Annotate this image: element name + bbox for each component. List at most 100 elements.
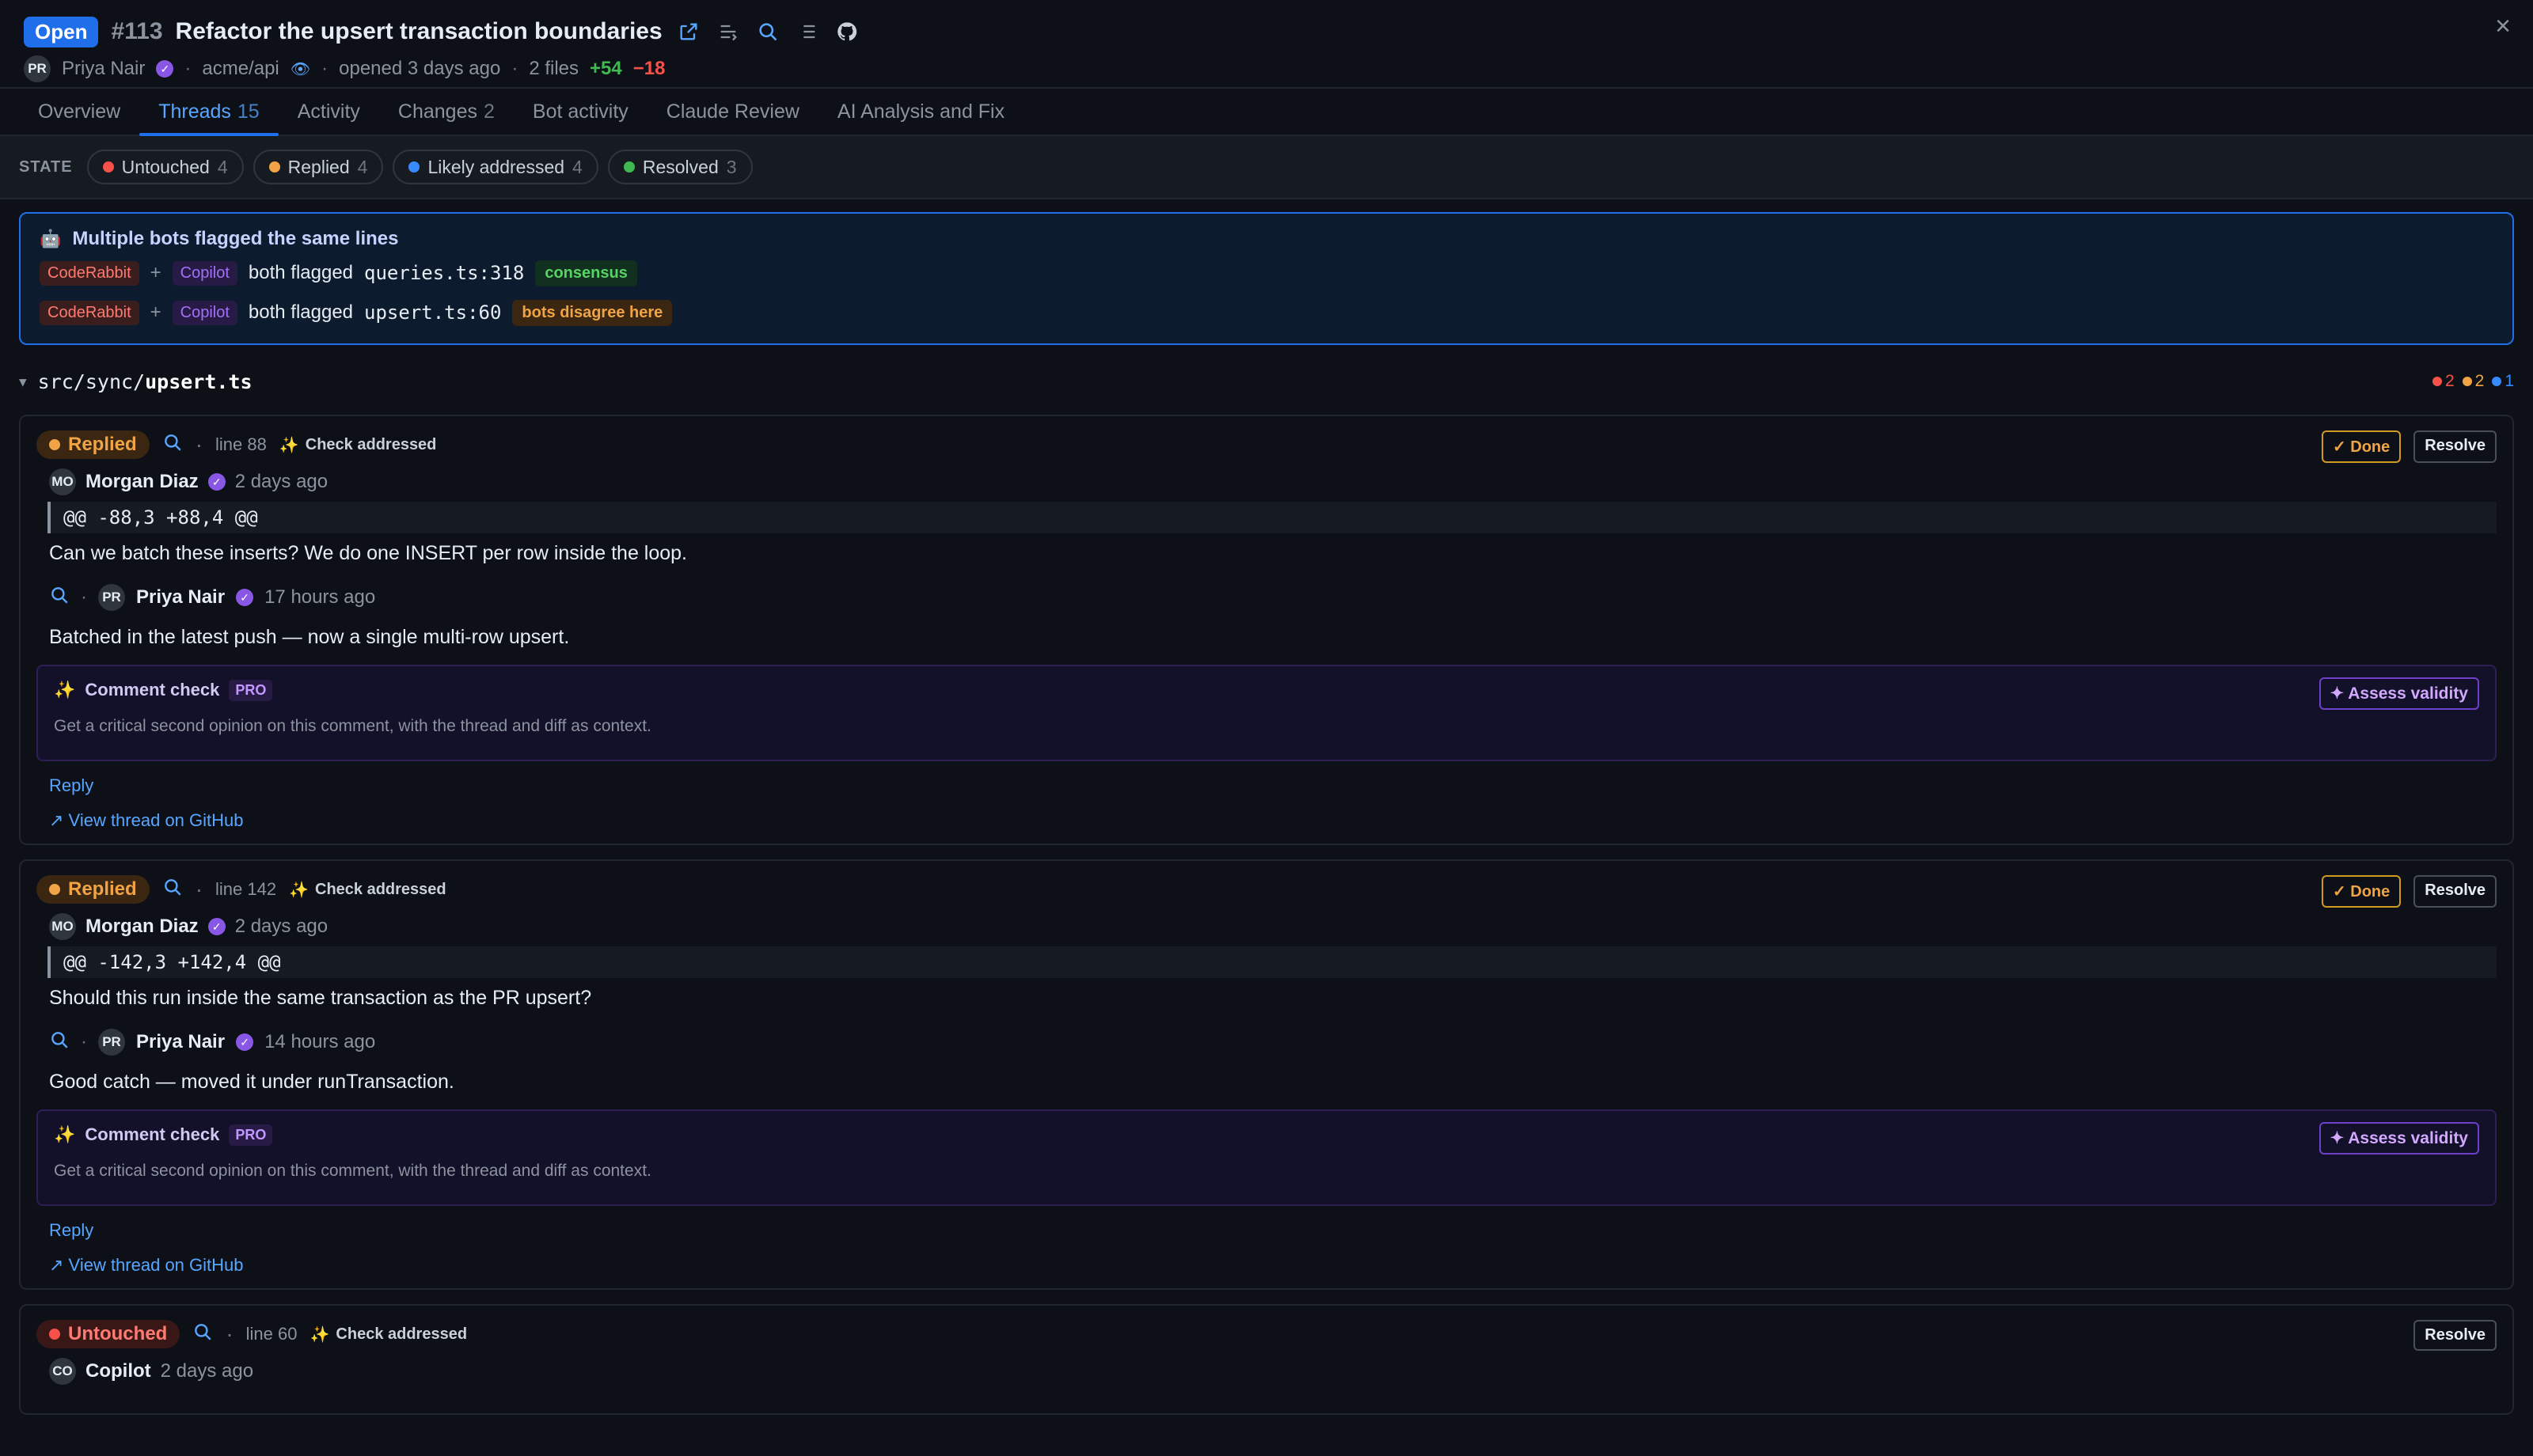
external-link-icon[interactable] bbox=[675, 18, 702, 45]
search-icon[interactable] bbox=[192, 1321, 213, 1348]
robot-icon: 🤖 bbox=[40, 229, 62, 248]
file-group-header[interactable]: ▼ src/sync/upsert.ts 2 2 1 bbox=[19, 364, 2514, 399]
bots-overlap-title: Multiple bots flagged the same lines bbox=[72, 228, 399, 249]
deletions-count: −18 bbox=[632, 58, 666, 79]
assess-validity-button[interactable]: ✦ Assess validity bbox=[2318, 677, 2479, 710]
status-dot bbox=[2462, 377, 2472, 386]
reply-body: Good catch — moved it under runTransacti… bbox=[49, 1070, 454, 1093]
search-icon[interactable] bbox=[162, 432, 183, 458]
separator: · bbox=[321, 58, 328, 79]
file-name: upsert.ts bbox=[145, 370, 253, 393]
file-count: 2 files bbox=[529, 58, 579, 79]
comment-check-description: Get a critical second opinion on this co… bbox=[54, 1162, 651, 1180]
filter-chip-replied[interactable]: Replied 4 bbox=[253, 150, 384, 184]
comment-check-title: Comment check bbox=[85, 1124, 220, 1144]
file-location-link[interactable]: upsert.ts:60 bbox=[364, 301, 501, 324]
comment-author: Morgan Diaz bbox=[85, 916, 199, 937]
pro-badge: PRO bbox=[229, 1124, 273, 1146]
file-state-counts: 2 2 1 bbox=[2432, 372, 2514, 391]
additions-count: +54 bbox=[590, 58, 622, 79]
avatar: PR bbox=[98, 584, 125, 611]
tab-overview[interactable]: Overview bbox=[19, 89, 139, 135]
search-icon[interactable] bbox=[49, 1029, 70, 1056]
filter-chip-likely-addressed[interactable]: Likely addressed 4 bbox=[393, 150, 598, 184]
tab-bot-activity[interactable]: Bot activity bbox=[514, 89, 647, 135]
avatar: CO bbox=[49, 1358, 76, 1385]
review-thread: Replied · line 88 ✨ Check addressed ✓ Don… bbox=[19, 415, 2514, 845]
line-reference[interactable]: line 88 bbox=[215, 434, 267, 455]
bot-tag-copilot: Copilot bbox=[172, 300, 237, 325]
reply-body: Batched in the latest push — now a singl… bbox=[49, 625, 570, 648]
repo-name[interactable]: acme/api bbox=[202, 58, 279, 80]
view-on-github-link[interactable]: ↗ View thread on GitHub bbox=[49, 1255, 2497, 1279]
github-icon[interactable] bbox=[834, 18, 860, 45]
file-location-link[interactable]: queries.ts:318 bbox=[364, 262, 524, 284]
bot-overlap-row: CodeRabbit + Copilot both flagged querie… bbox=[40, 253, 2493, 293]
tab-claude-review[interactable]: Claude Review bbox=[647, 89, 818, 135]
sparkle-icon: ✨ bbox=[310, 1325, 330, 1344]
comment-check-description: Get a critical second opinion on this co… bbox=[54, 717, 651, 735]
status-dot bbox=[49, 1329, 60, 1340]
tab-activity[interactable]: Activity bbox=[279, 89, 379, 135]
tab-changes[interactable]: Changes 2 bbox=[379, 89, 514, 135]
separator: · bbox=[511, 58, 518, 79]
sparkle-icon: ✨ bbox=[54, 1124, 76, 1144]
review-thread: Replied · line 142 ✨ Check addressed ✓ Do… bbox=[19, 859, 2514, 1290]
resolve-button[interactable]: Resolve bbox=[2413, 875, 2497, 908]
resolve-button[interactable]: Resolve bbox=[2413, 1320, 2497, 1351]
state-filter-label: STATE bbox=[19, 157, 73, 176]
line-reference[interactable]: line 142 bbox=[215, 879, 276, 900]
pr-title: Refactor the upsert transaction boundari… bbox=[175, 18, 663, 44]
line-reference[interactable]: line 60 bbox=[246, 1324, 298, 1344]
verified-icon: ✓ bbox=[207, 473, 226, 491]
thread-state-badge: Replied bbox=[36, 875, 150, 904]
collapse-lines-icon[interactable] bbox=[715, 18, 742, 45]
filter-chip-untouched[interactable]: Untouched 4 bbox=[86, 150, 244, 184]
comment-check-panel: ✨ Comment check PRO Get a critical secon… bbox=[36, 665, 2497, 761]
search-icon[interactable] bbox=[49, 585, 70, 611]
comment-check-title: Comment check bbox=[85, 680, 220, 700]
verified-icon: ✓ bbox=[236, 1033, 254, 1051]
comment-body: Should this run inside the same transact… bbox=[49, 986, 592, 1009]
avatar: PR bbox=[98, 1029, 125, 1056]
view-on-github-link[interactable]: ↗ View thread on GitHub bbox=[49, 810, 2497, 834]
check-addressed-button[interactable]: ✨ Check addressed bbox=[279, 435, 437, 455]
tab-ai-analysis[interactable]: AI Analysis and Fix bbox=[818, 89, 1023, 135]
pr-state-badge: Open bbox=[24, 16, 99, 47]
thread-state-badge: Replied bbox=[36, 430, 150, 459]
status-dot bbox=[2432, 377, 2442, 386]
check-addressed-button[interactable]: ✨ Check addressed bbox=[310, 1325, 468, 1344]
done-button[interactable]: ✓ Done bbox=[2321, 875, 2402, 908]
avatar: PR bbox=[24, 55, 51, 82]
comment-body: Can we batch these inserts? We do one IN… bbox=[49, 541, 688, 564]
diff-hunk-header: @@ -88,3 +88,4 @@ bbox=[47, 502, 2497, 533]
search-icon[interactable] bbox=[162, 877, 183, 903]
status-dot bbox=[49, 439, 60, 450]
assess-validity-button[interactable]: ✦ Assess validity bbox=[2318, 1122, 2479, 1155]
sparkle-icon: ✨ bbox=[54, 680, 76, 700]
tab-threads[interactable]: Threads 15 bbox=[139, 89, 279, 136]
separator: · bbox=[184, 58, 192, 79]
reply-link[interactable]: Reply bbox=[49, 1220, 2497, 1244]
review-thread: Untouched · line 60 ✨ Check addressed Res… bbox=[19, 1304, 2514, 1415]
status-dot bbox=[268, 161, 280, 173]
verified-icon: ✓ bbox=[236, 589, 254, 606]
status-dot bbox=[408, 161, 420, 173]
chevron-down-icon[interactable]: ▼ bbox=[19, 374, 27, 389]
list-icon[interactable] bbox=[794, 18, 821, 45]
comment-author: Copilot bbox=[85, 1360, 151, 1382]
resolve-button[interactable]: Resolve bbox=[2413, 430, 2497, 463]
pr-author[interactable]: Priya Nair bbox=[62, 58, 145, 80]
done-button[interactable]: ✓ Done bbox=[2321, 430, 2402, 463]
close-icon[interactable]: × bbox=[2495, 11, 2511, 42]
thread-state-badge: Untouched bbox=[36, 1320, 180, 1348]
tab-count: 15 bbox=[237, 100, 260, 123]
avatar: MO bbox=[49, 468, 76, 495]
check-addressed-button[interactable]: ✨ Check addressed bbox=[289, 880, 446, 900]
search-icon[interactable] bbox=[754, 18, 781, 45]
comment-author: Morgan Diaz bbox=[85, 471, 199, 492]
status-dot bbox=[49, 884, 60, 895]
reply-link[interactable]: Reply bbox=[49, 775, 2497, 799]
filter-chip-resolved[interactable]: Resolved 3 bbox=[607, 150, 753, 184]
verified-icon: ✓ bbox=[207, 918, 226, 935]
